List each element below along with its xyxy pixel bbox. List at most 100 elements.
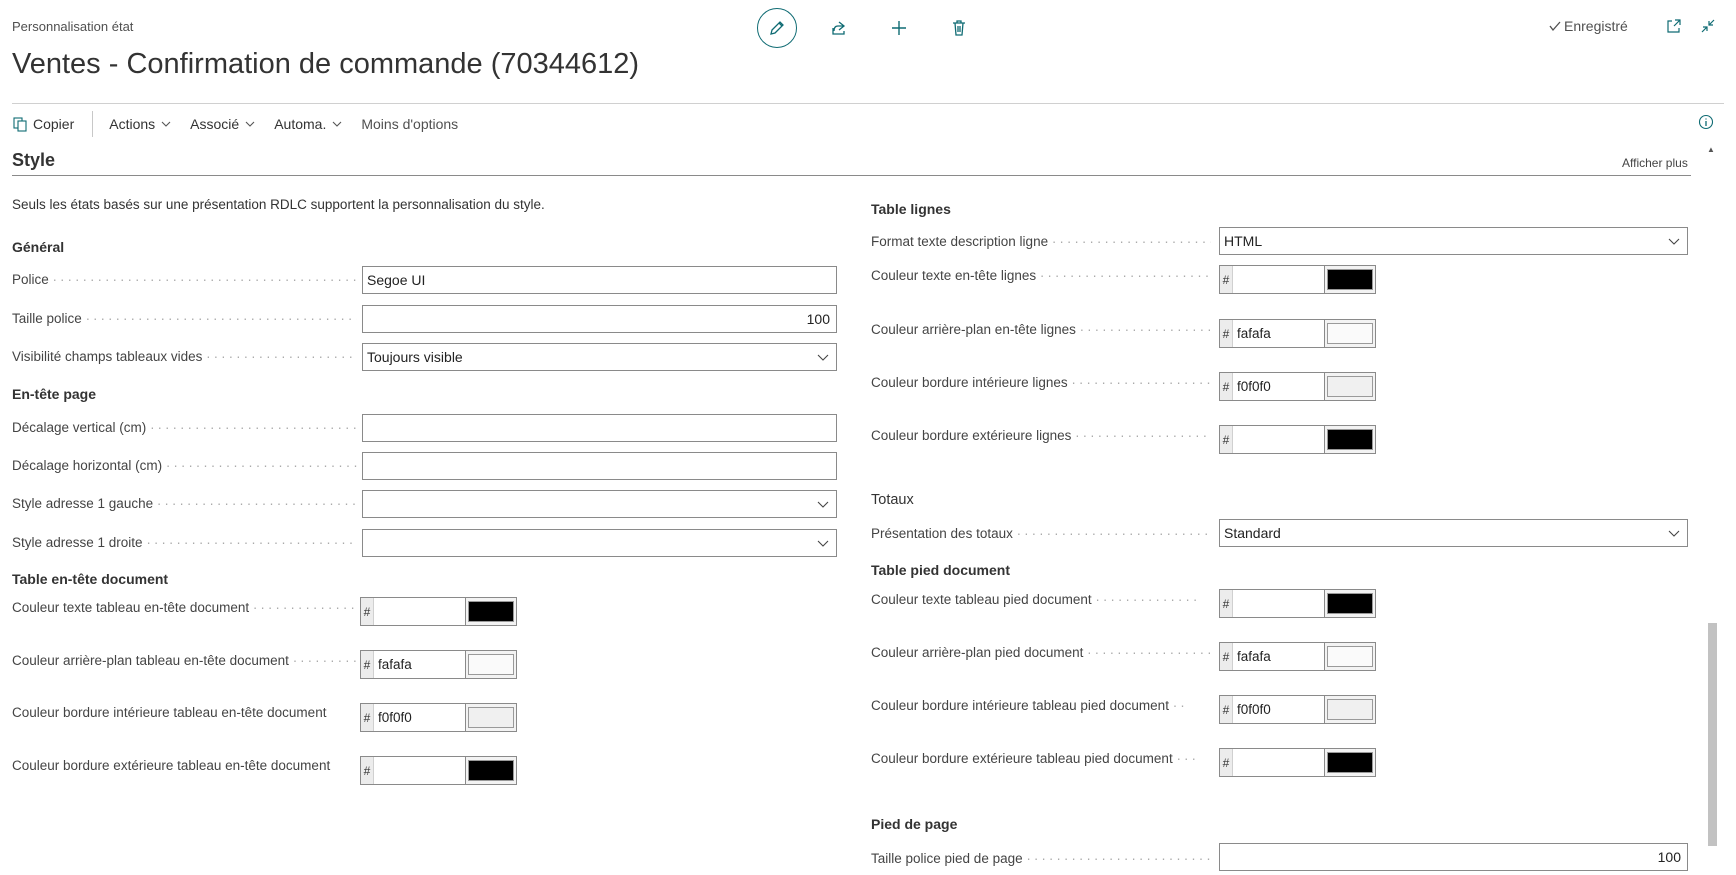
color-swatch-button[interactable] bbox=[466, 650, 517, 679]
couleur-arriere-plan-entete-picker[interactable]: # fafafa bbox=[360, 650, 517, 679]
edit-button[interactable] bbox=[757, 8, 797, 48]
actions-menu[interactable]: Actions bbox=[109, 116, 172, 132]
hex-input[interactable]: # fafafa bbox=[1219, 319, 1325, 348]
style-adresse-gauche-label: Style adresse 1 gauche ·················… bbox=[12, 496, 357, 511]
info-icon[interactable] bbox=[1698, 114, 1714, 130]
hex-input[interactable]: # bbox=[1219, 748, 1325, 777]
color-swatch-button[interactable] bbox=[466, 703, 517, 732]
fewer-options-button[interactable]: Moins d'options bbox=[361, 116, 458, 132]
couleur-arriere-plan-entete-lignes-label-text: Couleur arrière-plan en-tête lignes bbox=[871, 322, 1076, 337]
group-page-header-heading: En-tête page bbox=[12, 386, 97, 402]
color-swatch-button[interactable] bbox=[1325, 425, 1376, 454]
format-description-select[interactable]: HTML bbox=[1219, 227, 1688, 255]
decalage-horizontal-input[interactable] bbox=[362, 452, 837, 480]
couleur-bordure-interieure-entete-label: Couleur bordure intérieure tableau en-tê… bbox=[12, 703, 357, 723]
presentation-totaux-select[interactable]: Standard bbox=[1219, 519, 1688, 547]
color-swatch bbox=[468, 760, 514, 781]
automate-menu[interactable]: Automa. bbox=[274, 116, 343, 132]
couleur-bordure-interieure-lignes-label: Couleur bordure intérieure lignes ······… bbox=[871, 375, 1211, 390]
delete-button[interactable] bbox=[941, 10, 977, 46]
couleur-bordure-exterieure-lignes-label-text: Couleur bordure extérieure lignes bbox=[871, 428, 1072, 443]
plus-icon bbox=[892, 21, 906, 35]
saved-status: Enregistré bbox=[1548, 18, 1628, 34]
couleur-bordure-exterieure-lignes-picker[interactable]: # bbox=[1219, 425, 1376, 454]
color-swatch-button[interactable] bbox=[1325, 589, 1376, 618]
couleur-arriere-plan-entete-lignes-label: Couleur arrière-plan en-tête lignes ····… bbox=[871, 322, 1211, 337]
header-divider bbox=[12, 103, 1724, 104]
hex-input[interactable]: # bbox=[1219, 589, 1325, 618]
copy-button[interactable]: Copier bbox=[12, 116, 74, 132]
visibilite-select[interactable]: Toujours visible bbox=[362, 343, 837, 371]
collapse-icon[interactable] bbox=[1700, 18, 1716, 34]
taille-police-pied-input[interactable]: 100 bbox=[1219, 843, 1688, 871]
open-new-window-icon[interactable] bbox=[1666, 18, 1682, 34]
couleur-texte-entete-lignes-label-text: Couleur texte en-tête lignes bbox=[871, 268, 1037, 283]
copy-icon bbox=[13, 117, 27, 132]
hex-input[interactable]: # fafafa bbox=[1219, 642, 1325, 671]
group-totals-heading: Totaux bbox=[871, 492, 914, 508]
hex-input[interactable]: # bbox=[1219, 425, 1325, 454]
visibilite-label-text: Visibilité champs tableaux vides bbox=[12, 349, 203, 364]
hash-prefix: # bbox=[1220, 320, 1233, 347]
police-label-text: Police bbox=[12, 272, 49, 287]
color-swatch-button[interactable] bbox=[1325, 265, 1376, 294]
couleur-texte-entete-picker[interactable]: # bbox=[360, 597, 517, 626]
leader-dots: ········································… bbox=[206, 349, 357, 364]
scroll-up-icon[interactable]: ▲ bbox=[1707, 145, 1715, 154]
related-menu[interactable]: Associé bbox=[190, 116, 256, 132]
color-swatch bbox=[1327, 699, 1373, 720]
police-input[interactable]: Segoe UI bbox=[362, 266, 837, 294]
couleur-bordure-interieure-lignes-picker[interactable]: # f0f0f0 bbox=[1219, 372, 1376, 401]
decalage-vertical-input[interactable] bbox=[362, 414, 837, 442]
color-swatch-button[interactable] bbox=[1325, 372, 1376, 401]
couleur-bordure-exterieure-pied-picker[interactable]: # bbox=[1219, 748, 1376, 777]
color-swatch-button[interactable] bbox=[1325, 695, 1376, 724]
hex-input[interactable]: # f0f0f0 bbox=[1219, 695, 1325, 724]
leader-dots: ······························ bbox=[1039, 268, 1211, 283]
share-button[interactable] bbox=[821, 10, 857, 46]
couleur-bordure-exterieure-entete-picker[interactable]: # bbox=[360, 756, 517, 785]
leader-dots: ········································… bbox=[146, 535, 357, 550]
color-swatch bbox=[468, 707, 514, 728]
scroll-thumb[interactable] bbox=[1708, 623, 1717, 846]
couleur-texte-pied-picker[interactable]: # bbox=[1219, 589, 1376, 618]
couleur-arriere-plan-pied-picker[interactable]: # fafafa bbox=[1219, 642, 1376, 671]
color-swatch-button[interactable] bbox=[1325, 319, 1376, 348]
hex-value: f0f0f0 bbox=[1237, 379, 1271, 394]
couleur-bordure-interieure-entete-picker[interactable]: # f0f0f0 bbox=[360, 703, 517, 732]
group-page-footer-heading: Pied de page bbox=[871, 816, 958, 832]
rdlc-note: Seuls les états basés sur une présentati… bbox=[12, 197, 545, 212]
taille-police-value: 100 bbox=[806, 311, 830, 327]
chevron-down-icon bbox=[332, 121, 342, 127]
new-button[interactable] bbox=[881, 10, 917, 46]
hex-input[interactable]: # f0f0f0 bbox=[360, 703, 466, 732]
style-adresse-droite-label: Style adresse 1 droite ·················… bbox=[12, 535, 357, 550]
leader-dots: ········································… bbox=[156, 496, 357, 511]
color-swatch-button[interactable] bbox=[466, 756, 517, 785]
color-swatch-button[interactable] bbox=[1325, 748, 1376, 777]
hex-input[interactable]: # bbox=[360, 756, 466, 785]
show-more-link[interactable]: Afficher plus bbox=[1622, 156, 1688, 170]
couleur-arriere-plan-entete-lignes-picker[interactable]: # fafafa bbox=[1219, 319, 1376, 348]
couleur-bordure-interieure-pied-picker[interactable]: # f0f0f0 bbox=[1219, 695, 1376, 724]
couleur-texte-entete-lignes-picker[interactable]: # bbox=[1219, 265, 1376, 294]
hash-prefix: # bbox=[1220, 749, 1233, 776]
scrollbar[interactable]: ▲ bbox=[1707, 145, 1717, 870]
hex-value: fafafa bbox=[378, 657, 412, 672]
hex-input[interactable]: # bbox=[1219, 265, 1325, 294]
taille-police-label: Taille police ··························… bbox=[12, 311, 357, 326]
decalage-horizontal-label-text: Décalage horizontal (cm) bbox=[12, 458, 163, 473]
style-adresse-gauche-select[interactable] bbox=[362, 490, 837, 518]
couleur-bordure-interieure-entete-label-text: Couleur bordure intérieure tableau en-tê… bbox=[12, 705, 327, 720]
page-title: Ventes - Confirmation de commande (70344… bbox=[12, 48, 640, 80]
hex-input[interactable]: # f0f0f0 bbox=[1219, 372, 1325, 401]
police-value: Segoe UI bbox=[367, 272, 426, 288]
hex-input[interactable]: # fafafa bbox=[360, 650, 466, 679]
hex-input[interactable]: # bbox=[360, 597, 466, 626]
taille-police-input[interactable]: 100 bbox=[362, 305, 837, 333]
color-swatch-button[interactable] bbox=[1325, 642, 1376, 671]
color-swatch-button[interactable] bbox=[466, 597, 517, 626]
couleur-arriere-plan-entete-label: Couleur arrière-plan tableau en-tête doc… bbox=[12, 653, 357, 668]
style-adresse-droite-select[interactable] bbox=[362, 529, 837, 557]
color-swatch bbox=[1327, 323, 1373, 344]
